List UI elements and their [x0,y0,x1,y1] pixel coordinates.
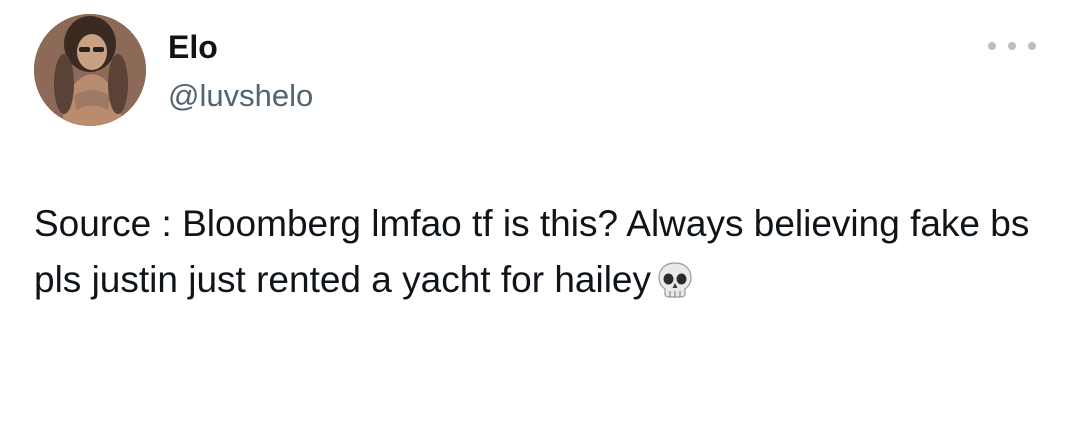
display-name[interactable]: Elo [168,28,218,66]
avatar[interactable] [34,14,146,126]
more-horizontal-icon [988,42,996,50]
tweet-card: Elo @luvshelo Source : Bloomberg lmfao t… [0,0,1071,422]
tweet-text-container: Source : Bloomberg lmfao tf is this? Alw… [34,196,1034,308]
skull-icon [655,260,695,300]
avatar-photo [34,14,146,126]
user-handle[interactable]: @luvshelo [168,78,313,114]
more-options-button[interactable] [988,32,1036,60]
more-horizontal-icon-dot [1028,42,1036,50]
more-horizontal-icon-dot [1008,42,1016,50]
tweet-text: Source : Bloomberg lmfao tf is this? Alw… [34,203,1030,300]
